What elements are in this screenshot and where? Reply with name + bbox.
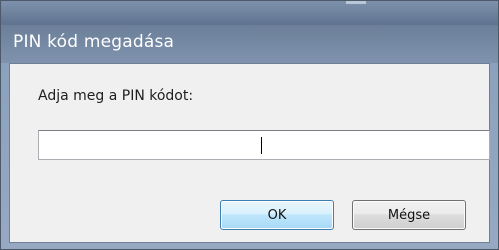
dialog-client-area: Adja meg a PIN kódot: OK Mégse (9, 63, 490, 243)
pin-prompt-label: Adja meg a PIN kódot: (38, 88, 194, 104)
cancel-button[interactable]: Mégse (352, 200, 466, 230)
text-caret (261, 137, 262, 154)
ok-button[interactable]: OK (220, 200, 334, 230)
dialog-title-area[interactable]: PIN kód megadása (1, 25, 498, 63)
titlebar-glare (346, 1, 366, 4)
ok-button-label: OK (267, 207, 287, 223)
pin-input[interactable] (38, 130, 490, 160)
pin-dialog-window: PIN kód megadása Adja meg a PIN kódot: O… (0, 0, 499, 250)
window-titlebar[interactable] (1, 1, 498, 25)
dialog-title: PIN kód megadása (13, 32, 175, 52)
cancel-button-label: Mégse (387, 207, 431, 223)
